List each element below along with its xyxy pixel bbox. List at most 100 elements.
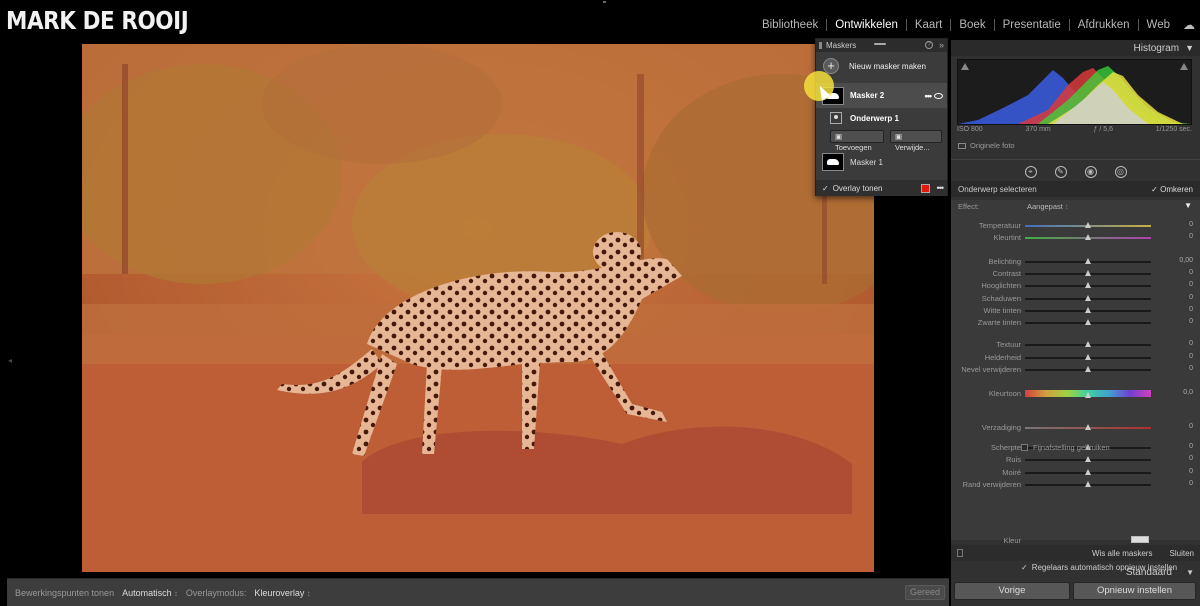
slider-value[interactable]: 0 bbox=[1189, 340, 1193, 347]
slider-knob[interactable] bbox=[1085, 424, 1091, 430]
mask-item-1[interactable]: Masker 1 bbox=[816, 151, 947, 173]
histogram[interactable] bbox=[957, 59, 1192, 125]
previous-button[interactable]: Vorige bbox=[954, 582, 1070, 600]
slider-hooglichten[interactable]: Hooglichten 0 bbox=[951, 280, 1200, 292]
module-library[interactable]: Bibliotheek bbox=[754, 19, 826, 31]
collapse-triangle-icon[interactable]: ▼ bbox=[1185, 43, 1194, 53]
mask-item-2[interactable]: Masker 2 ••• bbox=[816, 83, 947, 108]
shadow-clipping-icon[interactable] bbox=[961, 63, 969, 70]
module-book[interactable]: Boek bbox=[950, 19, 993, 31]
visibility-eye-icon[interactable] bbox=[934, 92, 943, 99]
slider-knob[interactable] bbox=[1085, 481, 1091, 487]
top-panel-toggle[interactable] bbox=[603, 1, 606, 3]
slider-contrast[interactable]: Contrast 0 bbox=[951, 268, 1200, 280]
slider-belichting[interactable]: Belichting 0,00 bbox=[951, 256, 1200, 268]
slider-knob[interactable] bbox=[1085, 307, 1091, 313]
slider-knob[interactable] bbox=[1085, 319, 1091, 325]
checkbox-icon[interactable] bbox=[1021, 444, 1028, 451]
slider-value[interactable]: 0,00 bbox=[1179, 257, 1193, 264]
close-button[interactable]: Sluiten bbox=[1170, 549, 1194, 558]
done-button[interactable]: Gereed bbox=[905, 585, 945, 600]
slider-kleurtint[interactable]: Kleurtint 0 bbox=[951, 232, 1200, 244]
mask-component-subject[interactable]: Onderwerp 1 bbox=[816, 109, 947, 127]
collapse-icon[interactable]: » bbox=[939, 40, 944, 50]
photo-cheetah[interactable] bbox=[82, 44, 874, 572]
effect-select[interactable]: Aangepast bbox=[1027, 202, 1069, 211]
masks-panel-header[interactable]: Maskers ? » bbox=[816, 39, 947, 52]
slider-temperatuur[interactable]: Temperatuur 0 bbox=[951, 220, 1200, 232]
module-slideshow[interactable]: Presentatie bbox=[993, 19, 1069, 31]
left-panel-toggle-icon[interactable]: ◂ bbox=[8, 356, 12, 365]
slider-schaduwen[interactable]: Schaduwen 0 bbox=[951, 293, 1200, 305]
help-icon[interactable]: ? bbox=[925, 41, 933, 49]
slider-value[interactable]: 0 bbox=[1189, 468, 1193, 475]
slider-value[interactable]: 0 bbox=[1189, 353, 1193, 360]
fine-adjust-checkbox[interactable]: Fijnafstelling gebruiken bbox=[1021, 443, 1110, 452]
slider-value[interactable]: 0 bbox=[1189, 294, 1193, 301]
toggle-square-icon[interactable] bbox=[957, 549, 963, 557]
overlay-toggle-row[interactable]: ✓ Overlay tonen ••• bbox=[816, 180, 947, 196]
slider-knob[interactable] bbox=[1085, 282, 1091, 288]
remove-button[interactable]: ▣ Verwijde... bbox=[890, 129, 942, 152]
slider-value[interactable]: 0 bbox=[1189, 480, 1193, 487]
more-options-icon[interactable]: ••• bbox=[925, 91, 933, 101]
slider-value[interactable]: 0 bbox=[1189, 221, 1193, 228]
drag-handle-icon[interactable] bbox=[874, 43, 886, 45]
slider-value[interactable]: 0 bbox=[1189, 318, 1193, 325]
slider-knob[interactable] bbox=[1085, 392, 1091, 398]
slider-witte-tinten[interactable]: Witte tinten 0 bbox=[951, 305, 1200, 317]
slider-moir-[interactable]: Moiré 0 bbox=[951, 467, 1200, 479]
slider-knob[interactable] bbox=[1085, 222, 1091, 228]
profile-preset[interactable]: Standaard ▼ bbox=[951, 567, 1200, 581]
cloud-icon[interactable]: ☁ bbox=[1178, 18, 1200, 32]
slider-value[interactable]: 0 bbox=[1189, 281, 1193, 288]
edit-points-select[interactable]: Automatisch bbox=[122, 588, 178, 598]
slider-knob[interactable] bbox=[1085, 270, 1091, 276]
slider-knob[interactable] bbox=[1085, 258, 1091, 264]
module-web[interactable]: Web bbox=[1137, 19, 1178, 31]
slider-knob[interactable] bbox=[1085, 469, 1091, 475]
overlay-mode-select[interactable]: Kleuroverlay bbox=[254, 588, 310, 598]
color-picker-swatch[interactable] bbox=[1131, 536, 1149, 543]
slider-helderheid[interactable]: Helderheid 0 bbox=[951, 352, 1200, 364]
new-mask-button[interactable]: + Nieuw masker maken bbox=[816, 52, 947, 80]
module-map[interactable]: Kaart bbox=[905, 19, 951, 31]
slider-value[interactable]: 0 bbox=[1189, 423, 1193, 430]
slider-ruis[interactable]: Ruis 0 bbox=[951, 454, 1200, 466]
masking-icon[interactable]: ◎ bbox=[1114, 165, 1127, 178]
slider-knob[interactable] bbox=[1085, 234, 1091, 240]
slider-value[interactable]: 0 bbox=[1189, 306, 1193, 313]
original-photo-toggle[interactable]: Originele foto bbox=[958, 141, 1015, 150]
slider-rand-verwijderen[interactable]: Rand verwijderen 0 bbox=[951, 479, 1200, 491]
slider-nevel-verwijderen[interactable]: Nevel verwijderen 0 bbox=[951, 364, 1200, 376]
checkmark-icon[interactable]: ✓ bbox=[822, 184, 829, 193]
crop-icon[interactable]: ⌖ bbox=[1024, 165, 1037, 178]
slider-value[interactable]: 0 bbox=[1189, 269, 1193, 276]
module-print[interactable]: Afdrukken bbox=[1068, 19, 1138, 31]
more-options-icon[interactable]: ••• bbox=[937, 183, 945, 193]
overlay-color-swatch[interactable] bbox=[921, 184, 930, 193]
slider-verzadiging[interactable]: Verzadiging 0 bbox=[951, 422, 1200, 434]
slider-textuur[interactable]: Textuur 0 bbox=[951, 339, 1200, 351]
slider-value[interactable]: 0 bbox=[1189, 365, 1193, 372]
highlight-clipping-icon[interactable] bbox=[1180, 63, 1188, 70]
red-eye-icon[interactable]: ◉ bbox=[1084, 165, 1097, 178]
module-develop[interactable]: Ontwikkelen bbox=[826, 19, 906, 31]
slider-knob[interactable] bbox=[1085, 354, 1091, 360]
slider-value[interactable]: 0,0 bbox=[1183, 389, 1193, 396]
slider-knob[interactable] bbox=[1085, 341, 1091, 347]
slider-knob[interactable] bbox=[1085, 295, 1091, 301]
add-button[interactable]: ▣ Toevoegen bbox=[830, 129, 884, 152]
slider-zwarte-tinten[interactable]: Zwarte tinten 0 bbox=[951, 317, 1200, 329]
preset-triangle-icon[interactable]: ▼ bbox=[1186, 568, 1194, 577]
slider-knob[interactable] bbox=[1085, 366, 1091, 372]
heal-icon[interactable]: ✎ bbox=[1054, 165, 1067, 178]
reset-button[interactable]: Opnieuw instellen bbox=[1073, 582, 1196, 600]
histogram-header[interactable]: Histogram ▼ bbox=[951, 40, 1200, 56]
slider-value[interactable]: 0 bbox=[1189, 443, 1193, 450]
slider-kleurtoon[interactable]: Kleurtoon 0,0 bbox=[951, 388, 1200, 400]
clear-all-masks-button[interactable]: Wis alle maskers bbox=[1092, 549, 1152, 558]
slider-value[interactable]: 0 bbox=[1189, 455, 1193, 462]
slider-value[interactable]: 0 bbox=[1189, 233, 1193, 240]
slider-knob[interactable] bbox=[1085, 456, 1091, 462]
